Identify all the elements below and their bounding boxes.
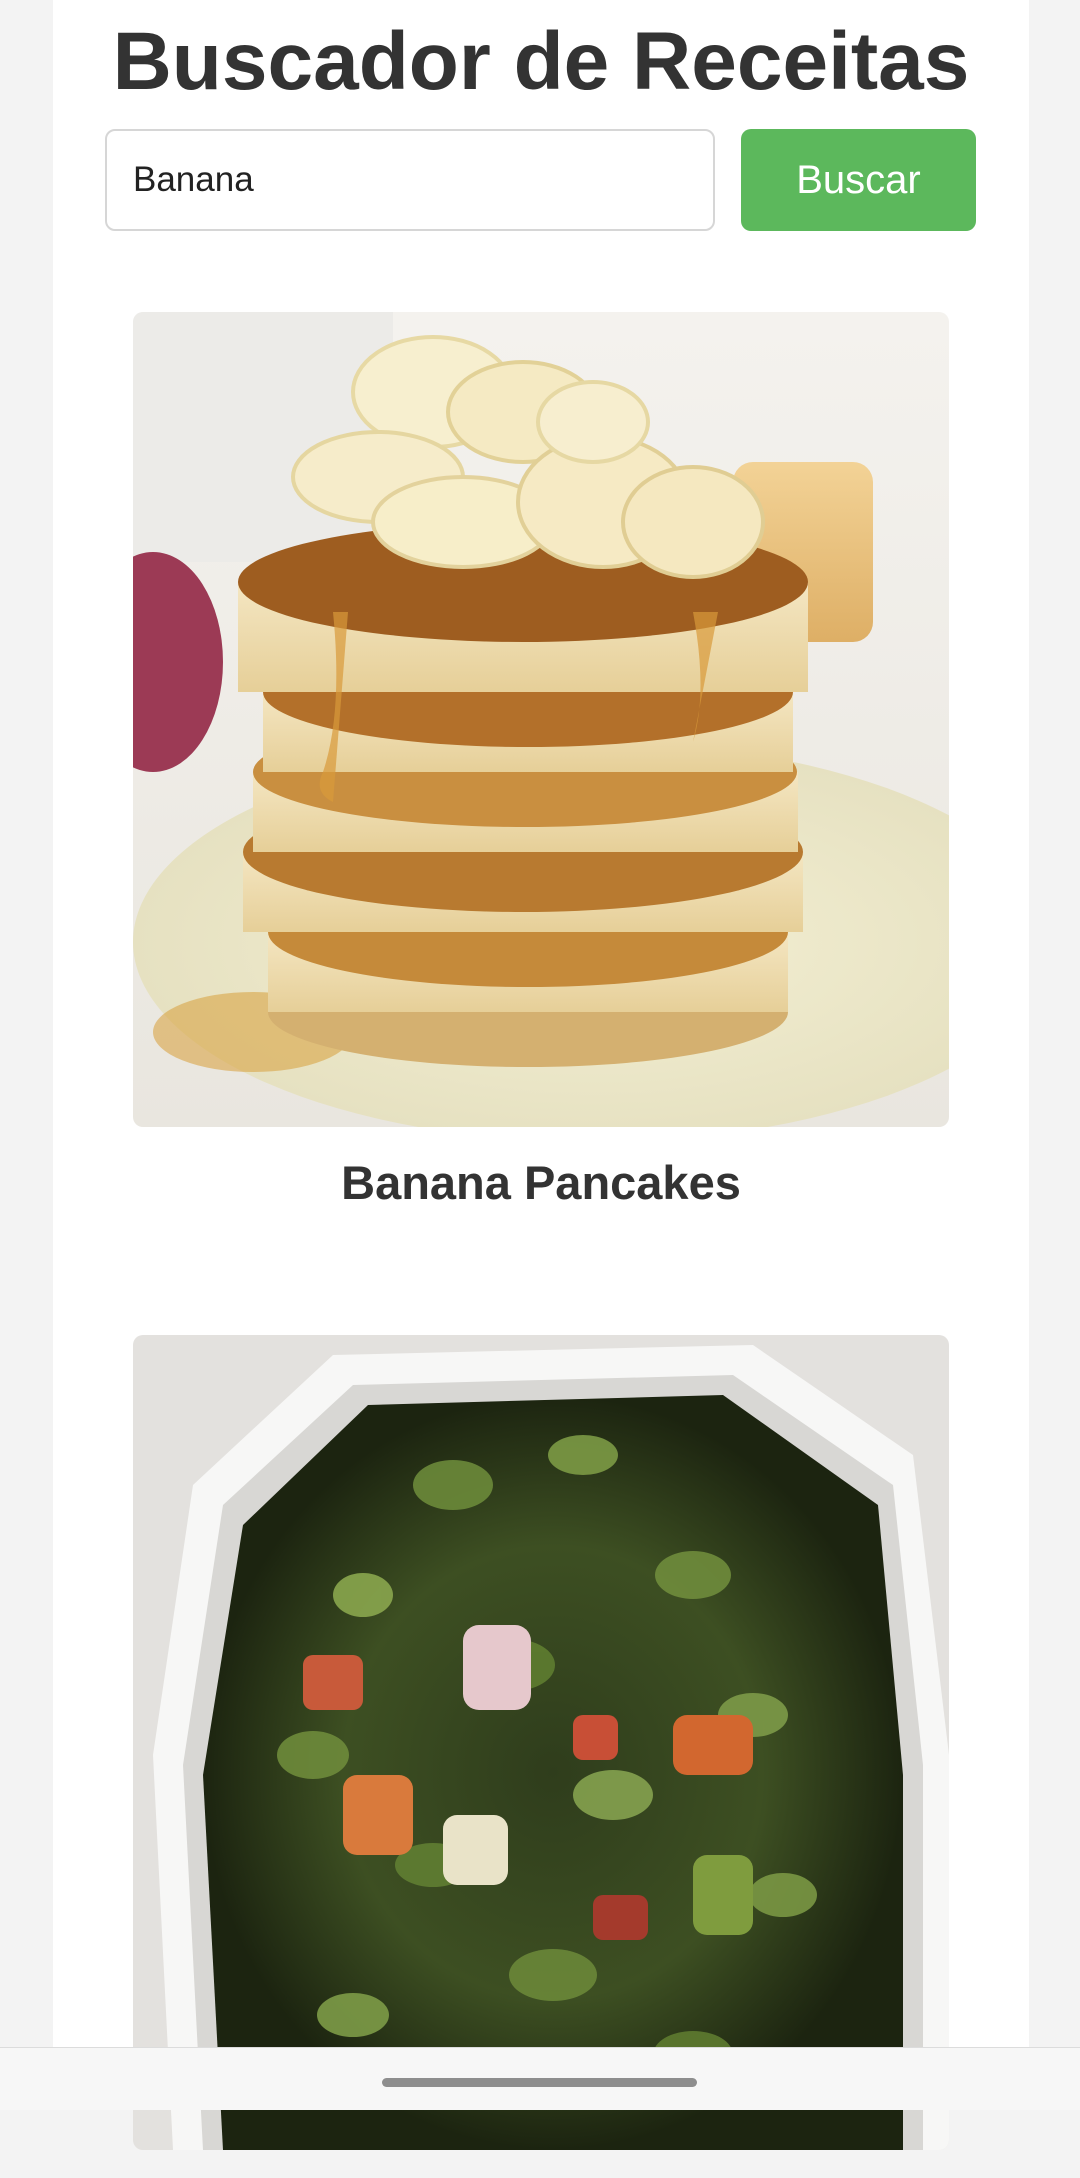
recipe-image-banana-pancakes[interactable] [133,312,949,1127]
search-bar: Buscar [105,129,976,231]
recipe-title[interactable]: Banana Pancakes [133,1155,949,1210]
system-navigation-bar [0,2047,1080,2110]
search-input[interactable] [105,129,715,231]
page-container: Buscador de Receitas Buscar [53,0,1029,2150]
search-button[interactable]: Buscar [741,129,976,231]
page-title: Buscador de Receitas [112,16,970,107]
recipe-card[interactable]: Banana Pancakes [133,312,949,1210]
home-indicator[interactable] [382,2078,697,2087]
recipe-image-collard-greens[interactable] [133,1335,949,2150]
